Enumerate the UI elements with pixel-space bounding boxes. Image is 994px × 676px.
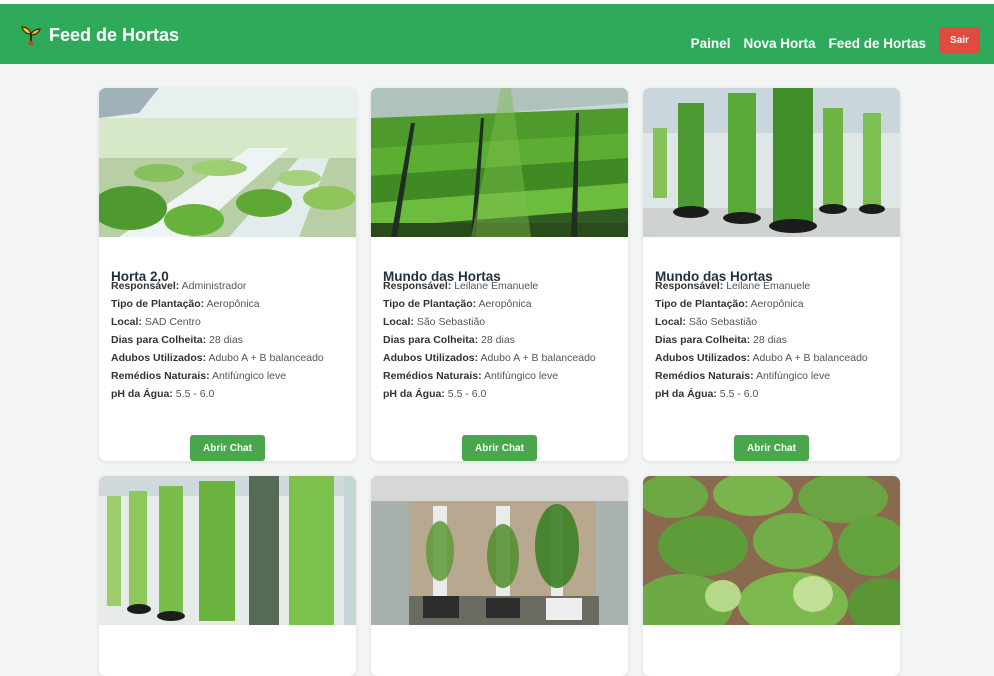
detail-tipo: Tipo de Plantação: Aeropônica	[383, 298, 532, 310]
detail-dias: Dias para Colheita: 28 dias	[111, 334, 243, 346]
garden-photo-brick-towers	[371, 476, 628, 625]
logout-button[interactable]: Sair	[939, 27, 980, 53]
card-details: Responsável: Administrador Tipo de Plant…	[111, 279, 324, 405]
detail-adubos: Adubos Utilizados: Adubo A + B balancead…	[383, 352, 596, 364]
detail-local: Local: São Sebastião	[383, 316, 486, 328]
detail-remedios: Remédios Naturais: Antifúngico leve	[383, 370, 559, 382]
open-chat-button[interactable]: Abrir Chat	[734, 435, 809, 461]
garden-photo-tower-greenhouse	[643, 88, 900, 237]
garden-photo-cabbage-field	[643, 476, 900, 625]
nav-link-feed-de-hortas[interactable]: Feed de Hortas	[828, 28, 926, 52]
detail-remedios: Remédios Naturais: Antifúngico leve	[111, 370, 287, 382]
detail-responsavel: Responsável: Leilane Emanuele	[655, 280, 811, 292]
brand-title: Feed de Hortas	[49, 24, 180, 45]
garden-card: Horta 2.0 Responsável: Administrador Tip…	[99, 88, 356, 461]
nav-link-nova-horta[interactable]: Nova Horta	[743, 28, 815, 52]
detail-dias: Dias para Colheita: 28 dias	[383, 334, 515, 346]
detail-adubos: Adubos Utilizados: Adubo A + B balancead…	[655, 352, 868, 364]
navbar: Feed de Hortas Painel Nova Horta Feed de…	[0, 4, 994, 64]
card-details: Responsável: Leilane Emanuele Tipo de Pl…	[383, 279, 596, 405]
detail-ph: pH da Água: 5.5 - 6.0	[383, 388, 487, 400]
garden-photo-nft-greenhouse	[99, 88, 356, 237]
brand[interactable]: Feed de Hortas	[20, 23, 179, 47]
open-chat-button[interactable]: Abrir Chat	[462, 435, 537, 461]
detail-local: Local: São Sebastião	[655, 316, 758, 328]
garden-photo-lettuce-towers	[99, 476, 356, 625]
detail-responsavel: Responsável: Leilane Emanuele	[383, 280, 539, 292]
garden-photo-vertical-rows	[371, 88, 628, 237]
detail-responsavel: Responsável: Administrador	[111, 280, 247, 292]
detail-local: Local: SAD Centro	[111, 316, 201, 328]
garden-card: Mundo das Hortas Responsável: Leilane Em…	[371, 88, 628, 461]
garden-card	[643, 476, 900, 676]
detail-ph: pH da Água: 5.5 - 6.0	[655, 388, 759, 400]
sprout-icon	[21, 26, 41, 46]
detail-tipo: Tipo de Plantação: Aeropônica	[655, 298, 804, 310]
open-chat-button[interactable]: Abrir Chat	[190, 435, 265, 461]
detail-dias: Dias para Colheita: 28 dias	[655, 334, 787, 346]
garden-card: Mundo das Hortas Responsável: Leilane Em…	[643, 88, 900, 461]
card-details: Responsável: Leilane Emanuele Tipo de Pl…	[655, 279, 868, 405]
nav-link-painel[interactable]: Painel	[691, 28, 731, 52]
detail-tipo: Tipo de Plantação: Aeropônica	[111, 298, 260, 310]
detail-adubos: Adubos Utilizados: Adubo A + B balancead…	[111, 352, 324, 364]
detail-remedios: Remédios Naturais: Antifúngico leve	[655, 370, 831, 382]
garden-card	[371, 476, 628, 676]
garden-card	[99, 476, 356, 676]
detail-ph: pH da Água: 5.5 - 6.0	[111, 388, 215, 400]
nav-links: Painel Nova Horta Feed de Hortas Sair	[678, 27, 980, 53]
